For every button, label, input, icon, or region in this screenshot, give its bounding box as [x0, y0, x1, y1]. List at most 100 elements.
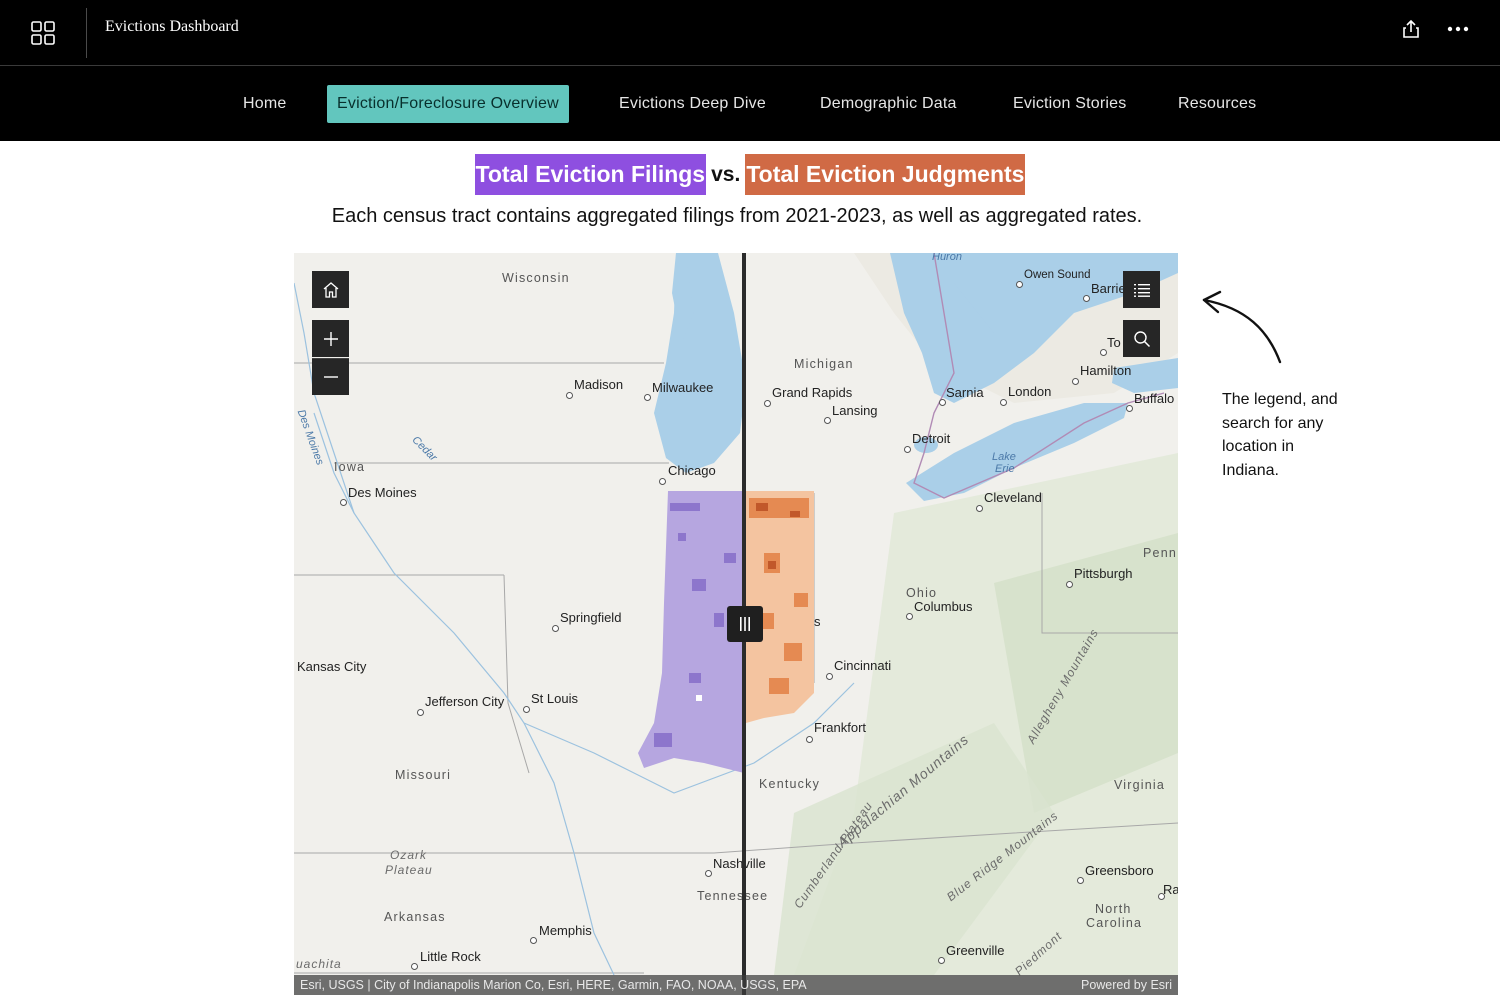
label-penn: Penn: [1143, 546, 1177, 560]
label-greenville: Greenville: [946, 943, 1005, 958]
city-dot-cincinnati: [826, 673, 833, 680]
label-plateau: Plateau: [385, 863, 433, 877]
city-dot-little-rock: [411, 963, 418, 970]
legend-list-icon: [1133, 283, 1150, 297]
label-carolina: Carolina: [1086, 916, 1143, 930]
label-chicago: Chicago: [668, 463, 716, 478]
label-indy-fragment: s: [814, 614, 821, 629]
label-virginia: Virginia: [1114, 778, 1166, 792]
app-launcher-button[interactable]: [22, 12, 64, 54]
app-title: Evictions Dashboard: [105, 18, 239, 35]
label-owen-sound: Owen Sound: [1024, 269, 1091, 281]
label-toronto: To: [1107, 335, 1121, 350]
label-buffalo: Buffalo: [1134, 391, 1175, 406]
plus-icon: [323, 331, 338, 346]
zoom-out-button[interactable]: [312, 358, 349, 395]
share-button[interactable]: [1396, 14, 1426, 44]
label-pittsburgh: Pittsburgh: [1074, 566, 1133, 581]
city-dot-owen-sound: [1016, 281, 1023, 288]
share-icon: [1403, 19, 1419, 38]
legend-button[interactable]: [1123, 271, 1160, 308]
label-st-louis: St Louis: [531, 691, 578, 706]
map-attribution: Esri, USGS | City of Indianapolis Marion…: [294, 975, 1178, 995]
nav-evictions-deep-dive[interactable]: Evictions Deep Dive: [609, 85, 776, 123]
label-north: North: [1095, 902, 1132, 916]
city-dot-jefferson-city: [417, 709, 424, 716]
powered-by-esri[interactable]: Powered by Esri: [1081, 975, 1172, 995]
swipe-handle-icon: [740, 617, 750, 631]
label-sarnia: Sarnia: [946, 385, 984, 400]
nav-bar: Home Eviction/Foreclosure Overview Evict…: [0, 66, 1500, 141]
label-madison: Madison: [574, 377, 624, 392]
city-dot-milwaukee: [644, 394, 651, 401]
search-button[interactable]: [1123, 320, 1160, 357]
page-subtitle: Each census tract contains aggregated fi…: [331, 205, 1143, 227]
label-ohio: Ohio: [906, 586, 938, 600]
city-dot-detroit: [904, 446, 911, 453]
home-button[interactable]: [312, 271, 349, 308]
city-dot-grand-rapids: [764, 400, 771, 407]
page-title: Total Eviction Filings vs. Total Eviction …: [0, 154, 1500, 196]
label-wisconsin: Wisconsin: [502, 271, 570, 285]
city-dot-st-louis: [523, 706, 530, 713]
label-lansing: Lansing: [832, 403, 878, 418]
city-dot-pittsburgh: [1066, 581, 1073, 588]
zoom-in-button[interactable]: [312, 320, 349, 357]
city-dot-buffalo: [1126, 405, 1133, 412]
title-vs: vs.: [711, 163, 741, 186]
label-kentucky: Kentucky: [759, 777, 821, 791]
label-barrie: Barrie: [1091, 281, 1126, 296]
city-dot-madison: [566, 392, 573, 399]
label-jefferson-city: Jefferson City: [425, 694, 505, 709]
label-memphis: Memphis: [539, 923, 592, 938]
header-divider: [86, 8, 87, 58]
city-dot-barrie: [1083, 295, 1090, 302]
nav-demographic-data[interactable]: Demographic Data: [810, 85, 967, 123]
label-iowa: Iowa: [334, 460, 366, 474]
city-dot-columbus: [906, 613, 913, 620]
more-icon: [1447, 26, 1469, 32]
nav-resources[interactable]: Resources: [1168, 85, 1266, 123]
city-dot-cleveland: [976, 505, 983, 512]
label-hamilton: Hamilton: [1080, 363, 1132, 378]
more-options-button[interactable]: [1441, 14, 1475, 44]
city-dot-greenville: [938, 957, 945, 964]
title-judgments: Total Eviction Judgments: [745, 154, 1026, 195]
label-raleigh: Raleig: [1163, 882, 1178, 897]
title-filings: Total Eviction Filings: [474, 154, 707, 195]
attribution-text: Esri, USGS | City of Indianapolis Marion…: [300, 978, 807, 992]
city-dot-springfield: [552, 625, 559, 632]
label-lake-erie-1: Lake: [992, 451, 1016, 463]
label-kansas-city: Kansas City: [297, 659, 367, 674]
label-lake-erie-2: Erie: [995, 463, 1015, 475]
label-milwaukee: Milwaukee: [652, 380, 714, 395]
label-little-rock: Little Rock: [420, 949, 481, 964]
label-detroit: Detroit: [912, 431, 951, 446]
label-arkansas: Arkansas: [384, 910, 446, 924]
label-columbus: Columbus: [914, 599, 973, 614]
app-header: Evictions Dashboard: [0, 0, 1500, 66]
label-missouri: Missouri: [395, 768, 452, 782]
city-dot-des-moines: [340, 499, 347, 506]
label-greensboro: Greensboro: [1085, 863, 1154, 878]
city-dot-nashville: [705, 870, 712, 877]
nav-eviction-foreclosure-overview[interactable]: Eviction/Foreclosure Overview: [327, 85, 569, 123]
label-cincinnati: Cincinnati: [834, 658, 892, 673]
nav-eviction-stories[interactable]: Eviction Stories: [1003, 85, 1136, 123]
grid-icon: [31, 21, 55, 45]
label-tennessee: Tennessee: [697, 889, 769, 903]
home-icon: [323, 281, 338, 298]
label-springfield: Springfield: [560, 610, 622, 625]
label-london: London: [1008, 384, 1052, 399]
city-dot-hamilton: [1072, 378, 1079, 385]
city-dot-lansing: [824, 417, 831, 424]
label-des-moines: Des Moines: [348, 485, 417, 500]
city-dot-toronto: [1100, 349, 1107, 356]
city-dot-frankfort: [806, 736, 813, 743]
map-view[interactable]: Wisconsin Michigan Iowa Ohio Penn Kentuc…: [294, 253, 1178, 995]
swipe-handle[interactable]: [727, 606, 763, 642]
label-huron: Huron: [932, 253, 962, 263]
label-cleveland: Cleveland: [984, 490, 1042, 505]
city-dot-sarnia: [939, 399, 946, 406]
nav-home[interactable]: Home: [233, 85, 296, 123]
